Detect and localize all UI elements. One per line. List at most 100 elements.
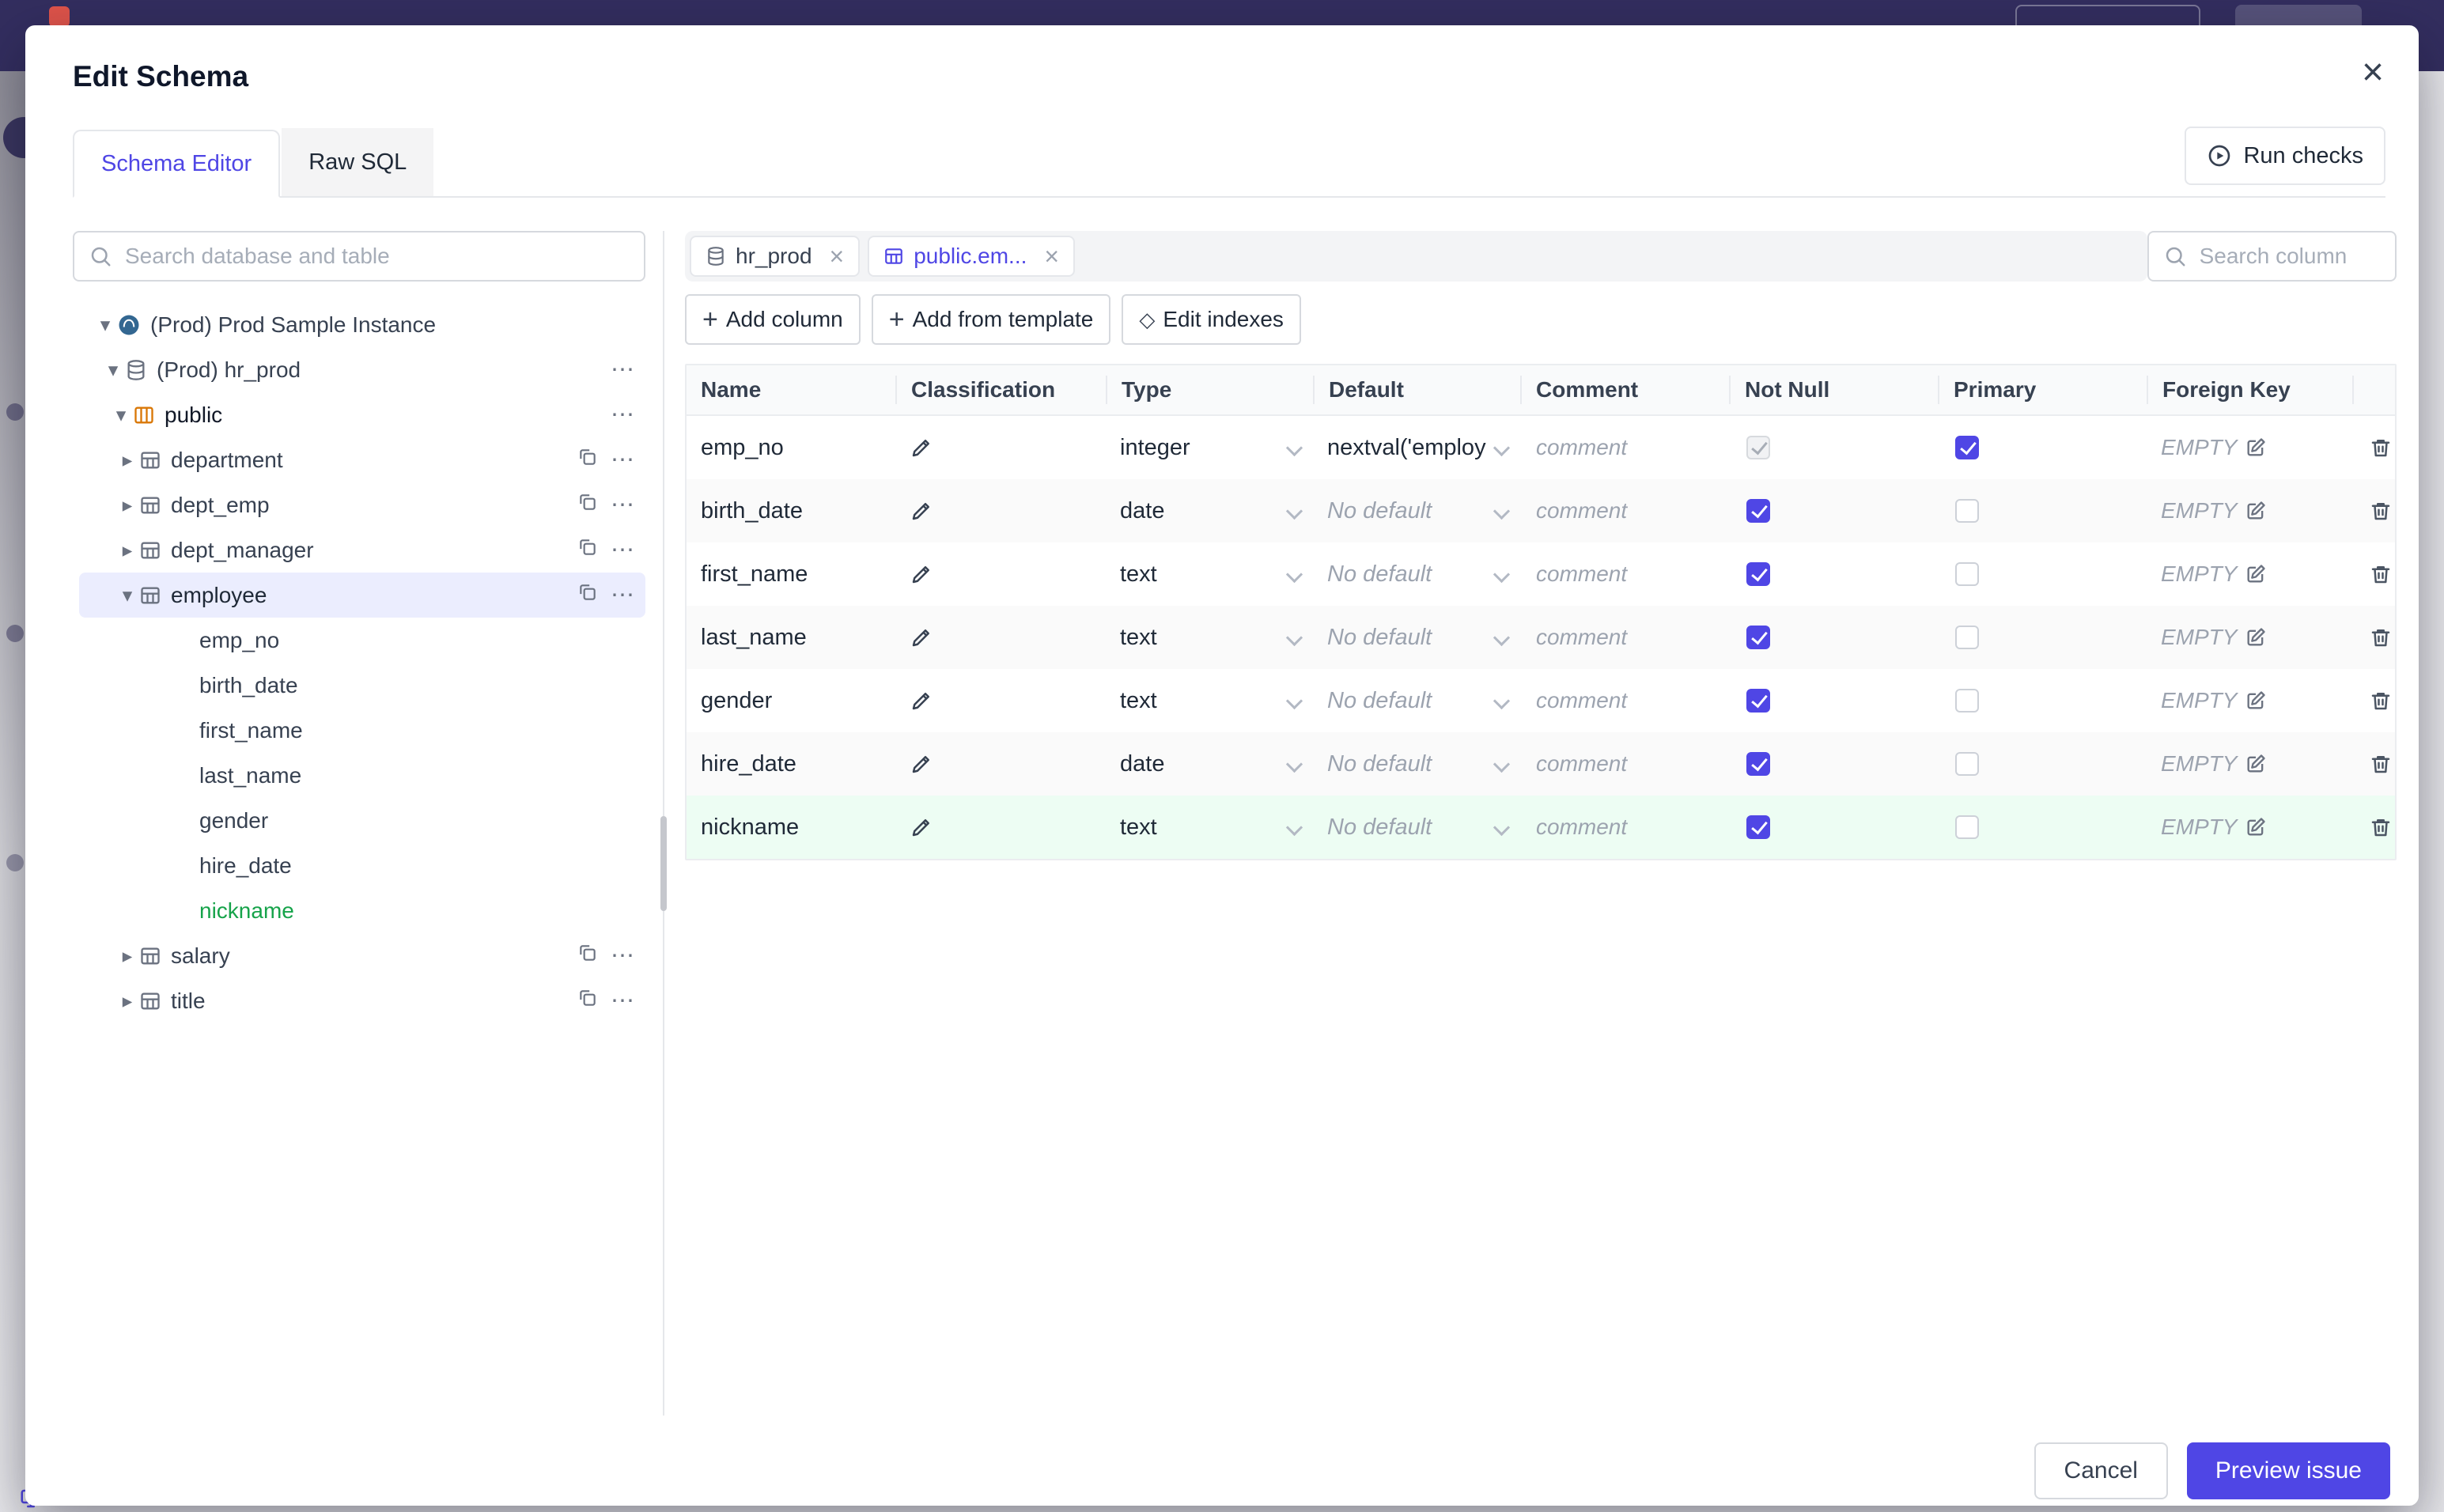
tree-item-table[interactable]: ▸ department ⋯ xyxy=(73,437,645,482)
comment-input[interactable] xyxy=(1534,687,1696,714)
more-icon[interactable]: ⋯ xyxy=(611,401,636,429)
tree-item-table[interactable]: ▸ salary ⋯ xyxy=(73,933,645,978)
edit-pencil-icon[interactable] xyxy=(910,626,933,649)
edit-pencil-icon[interactable] xyxy=(910,499,933,523)
close-icon[interactable]: × xyxy=(1044,242,1059,271)
tree-item-column[interactable]: last_name xyxy=(73,753,645,798)
edit-pencil-icon[interactable] xyxy=(910,815,933,839)
type-select[interactable]: integer xyxy=(1106,416,1313,479)
trash-icon[interactable] xyxy=(2366,815,2395,839)
type-select[interactable]: text xyxy=(1106,606,1313,669)
copy-icon[interactable] xyxy=(577,582,598,608)
column-name-cell[interactable]: gender xyxy=(687,688,895,714)
cancel-button[interactable]: Cancel xyxy=(2034,1442,2168,1499)
caret-down-icon[interactable]: ▾ xyxy=(93,313,117,337)
run-checks-button[interactable]: Run checks xyxy=(2185,127,2385,185)
tree-item-database[interactable]: ▾ (Prod) hr_prod ⋯ xyxy=(73,347,645,392)
tree-item-instance[interactable]: ▾ (Prod) Prod Sample Instance xyxy=(73,302,645,347)
tree-item-schema[interactable]: ▾ public ⋯ xyxy=(73,392,645,437)
tree-item-table[interactable]: ▸ dept_manager ⋯ xyxy=(73,527,645,573)
trash-icon[interactable] xyxy=(2366,752,2395,776)
column-name-cell[interactable]: nickname xyxy=(687,815,895,841)
primary-checkbox[interactable] xyxy=(1955,436,1979,459)
more-icon[interactable]: ⋯ xyxy=(611,356,636,384)
add-column-button[interactable]: + Add column xyxy=(685,294,861,345)
copy-icon[interactable] xyxy=(577,492,598,518)
edit-pencil-icon[interactable] xyxy=(910,436,933,459)
tree-item-column[interactable]: birth_date xyxy=(73,663,645,708)
default-select[interactable]: No default xyxy=(1313,732,1520,796)
edit-square-icon[interactable] xyxy=(2245,437,2267,459)
tree-item-table[interactable]: ▸ title ⋯ xyxy=(73,978,645,1023)
caret-right-icon[interactable]: ▸ xyxy=(115,448,139,472)
more-icon[interactable]: ⋯ xyxy=(611,446,636,474)
caret-right-icon[interactable]: ▸ xyxy=(115,539,139,562)
default-select[interactable]: nextval('employ xyxy=(1313,416,1520,479)
column-name-cell[interactable]: first_name xyxy=(687,561,895,588)
not-null-checkbox[interactable] xyxy=(1746,499,1770,523)
comment-input[interactable] xyxy=(1534,434,1696,461)
add-from-template-button[interactable]: + Add from template xyxy=(871,294,1111,345)
type-select[interactable]: text xyxy=(1106,796,1313,859)
type-select[interactable]: date xyxy=(1106,479,1313,542)
tree-item-table[interactable]: ▸ dept_emp ⋯ xyxy=(73,482,645,527)
copy-icon[interactable] xyxy=(577,943,598,969)
tree-item-column[interactable]: gender xyxy=(73,798,645,843)
tab-schema-editor[interactable]: Schema Editor xyxy=(73,130,281,198)
caret-right-icon[interactable]: ▸ xyxy=(115,944,139,968)
primary-checkbox[interactable] xyxy=(1955,815,1979,839)
copy-icon[interactable] xyxy=(577,537,598,563)
tree-item-column[interactable]: hire_date xyxy=(73,843,645,888)
tab-chip-table[interactable]: public.em... × xyxy=(868,236,1076,277)
not-null-checkbox[interactable] xyxy=(1746,436,1770,459)
tree-item-table-selected[interactable]: ▾ employee ⋯ xyxy=(79,573,645,618)
tree-item-column-new[interactable]: nickname xyxy=(73,888,645,933)
comment-input[interactable] xyxy=(1534,497,1696,524)
more-icon[interactable]: ⋯ xyxy=(611,491,636,519)
caret-right-icon[interactable]: ▸ xyxy=(115,493,139,517)
default-select[interactable]: No default xyxy=(1313,542,1520,606)
edit-indexes-button[interactable]: ◇ Edit indexes xyxy=(1122,294,1301,345)
trash-icon[interactable] xyxy=(2366,626,2395,649)
more-icon[interactable]: ⋯ xyxy=(611,987,636,1015)
trash-icon[interactable] xyxy=(2366,436,2395,459)
column-name-cell[interactable]: hire_date xyxy=(687,751,895,777)
comment-input[interactable] xyxy=(1534,561,1696,588)
tab-chip-database[interactable]: hr_prod × xyxy=(690,236,861,277)
primary-checkbox[interactable] xyxy=(1955,626,1979,649)
caret-down-icon[interactable]: ▾ xyxy=(109,403,133,427)
not-null-checkbox[interactable] xyxy=(1746,815,1770,839)
tree-search-input[interactable] xyxy=(73,231,645,282)
tree-item-column[interactable]: first_name xyxy=(73,708,645,753)
edit-pencil-icon[interactable] xyxy=(910,562,933,586)
tab-raw-sql[interactable]: Raw SQL xyxy=(282,128,434,196)
more-icon[interactable]: ⋯ xyxy=(611,536,636,564)
trash-icon[interactable] xyxy=(2366,499,2395,523)
not-null-checkbox[interactable] xyxy=(1746,626,1770,649)
default-select[interactable]: No default xyxy=(1313,479,1520,542)
edit-square-icon[interactable] xyxy=(2245,626,2267,648)
primary-checkbox[interactable] xyxy=(1955,562,1979,586)
trash-icon[interactable] xyxy=(2366,562,2395,586)
primary-checkbox[interactable] xyxy=(1955,499,1979,523)
divider-handle[interactable] xyxy=(660,816,667,911)
not-null-checkbox[interactable] xyxy=(1746,752,1770,776)
column-name-cell[interactable]: birth_date xyxy=(687,498,895,524)
edit-square-icon[interactable] xyxy=(2245,816,2267,838)
comment-input[interactable] xyxy=(1534,624,1696,651)
caret-down-icon[interactable]: ▾ xyxy=(101,358,125,382)
default-select[interactable]: No default xyxy=(1313,669,1520,732)
primary-checkbox[interactable] xyxy=(1955,752,1979,776)
edit-square-icon[interactable] xyxy=(2245,753,2267,775)
edit-square-icon[interactable] xyxy=(2245,500,2267,522)
preview-issue-button[interactable]: Preview issue xyxy=(2186,1442,2390,1499)
type-select[interactable]: date xyxy=(1106,732,1313,796)
more-icon[interactable]: ⋯ xyxy=(611,581,636,609)
primary-checkbox[interactable] xyxy=(1955,689,1979,713)
edit-square-icon[interactable] xyxy=(2245,690,2267,712)
type-select[interactable]: text xyxy=(1106,669,1313,732)
comment-input[interactable] xyxy=(1534,814,1696,841)
copy-icon[interactable] xyxy=(577,447,598,473)
comment-input[interactable] xyxy=(1534,750,1696,777)
more-icon[interactable]: ⋯ xyxy=(611,942,636,970)
